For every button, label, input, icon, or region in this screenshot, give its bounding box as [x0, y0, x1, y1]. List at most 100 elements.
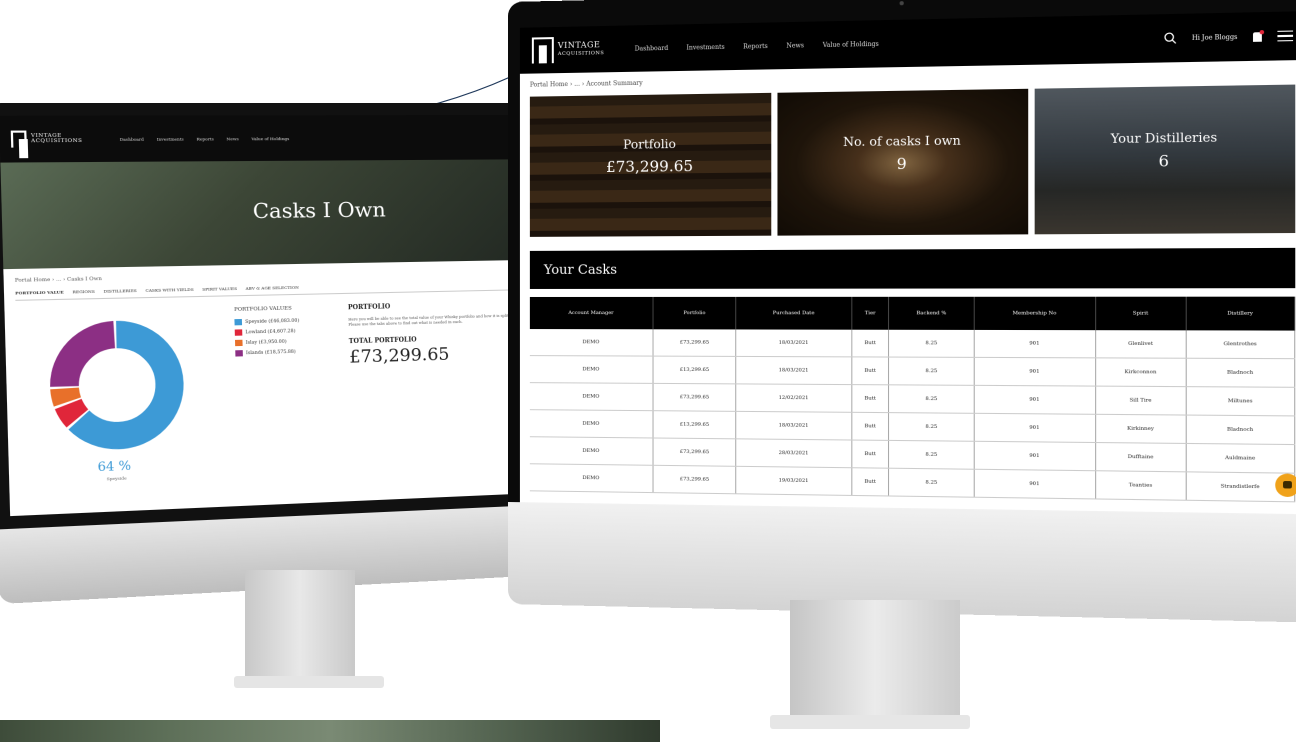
logo-line2: ACQUISITIONS	[31, 137, 83, 145]
table-cell: Butt	[851, 412, 890, 441]
summary-cards: Portfolio £73,299.65 No. of casks I own …	[520, 84, 1296, 237]
back-monitor-foot	[234, 676, 384, 688]
logo-line2: ACQUISITIONS	[557, 50, 605, 58]
table-cell: Miltunes	[1185, 386, 1295, 416]
table-cell: Kirkconnon	[1095, 357, 1186, 387]
camera-dot	[899, 1, 904, 6]
casks-table: Account Manager Portfolio Purchased Date…	[529, 296, 1295, 503]
notification-dot	[1259, 29, 1265, 34]
front-monitor-stand	[790, 600, 960, 720]
table-cell: Butt	[851, 329, 890, 358]
table-cell: 18/03/2021	[736, 329, 852, 357]
back-logo[interactable]: VINTAGE ACQUISITIONS	[10, 130, 83, 148]
col-purchased-date[interactable]: Purchased Date	[736, 296, 852, 330]
table-cell: Teanties	[1095, 470, 1186, 501]
legend-label: Islands (£18,575.88)	[245, 349, 296, 356]
card-title: No. of casks I own	[843, 133, 961, 150]
chat-bubble-icon[interactable]	[1275, 473, 1296, 498]
nav-news[interactable]: News	[786, 42, 804, 49]
tab-distilleries[interactable]: DISTILLERIES	[104, 288, 137, 294]
nav-right: Hi Joe Bloggs	[1163, 27, 1294, 47]
back-hero-title: Casks I Own	[252, 196, 386, 224]
table-cell: Glentrothes	[1185, 330, 1295, 359]
table-cell: 28/03/2021	[736, 438, 852, 468]
col-backend[interactable]: Backend %	[889, 296, 974, 330]
table-cell: £73,299.65	[653, 465, 737, 494]
col-account-manager[interactable]: Account Manager	[529, 296, 654, 330]
front-logo[interactable]: VINTAGE ACQUISITIONS	[531, 36, 605, 64]
card-portfolio[interactable]: Portfolio £73,299.65	[529, 92, 772, 237]
tab-portfolio-value[interactable]: PORTFOLIO VALUE	[15, 289, 64, 295]
table-cell: Glenlivet	[1095, 330, 1186, 359]
legend-item: Speyside (£46,083.00)	[234, 318, 299, 326]
table-cell: Butt	[851, 356, 890, 385]
front-monitor-foot	[770, 715, 970, 729]
tab-spirit-values[interactable]: SPIRIT VALUES	[202, 286, 237, 292]
nav-dashboard[interactable]: Dashboard	[635, 44, 669, 52]
table-cell: 901	[973, 385, 1096, 415]
table-cell: 19/03/2021	[736, 466, 852, 496]
table-cell: 901	[973, 441, 1096, 471]
bell-icon[interactable]	[1252, 29, 1265, 42]
table-cell: DEMO	[529, 436, 654, 466]
legend-label: Islay (£3,950.00)	[245, 339, 287, 346]
card-value: 6	[1158, 151, 1169, 171]
tab-casks-with-yields[interactable]: CASKS WITH YIELDS	[145, 287, 193, 293]
table-cell: DEMO	[529, 355, 654, 384]
col-portfolio[interactable]: Portfolio	[653, 296, 737, 330]
nav-investments[interactable]: Investments	[157, 136, 184, 141]
col-distillery[interactable]: Distillery	[1185, 296, 1295, 331]
table-cell: 8.25	[889, 440, 974, 470]
table-row[interactable]: DEMO £73,299.65 18/03/2021 Butt 8.25 901 Glenl…	[529, 329, 1295, 359]
table-cell: 8.25	[889, 412, 974, 442]
nav-value-of-holdings[interactable]: Value of Holdings	[251, 135, 289, 140]
nav-value-of-holdings[interactable]: Value of Holdings	[823, 40, 879, 48]
hamburger-menu-icon[interactable]	[1277, 27, 1294, 45]
nav-reports[interactable]: Reports	[743, 42, 768, 50]
table-cell: DEMO	[529, 463, 654, 493]
table-cell: Bladnoch	[1185, 415, 1295, 445]
legend-title: PORTFOLIO VALUES	[234, 305, 292, 313]
table-cell: Bladnoch	[1185, 358, 1295, 388]
search-icon[interactable]	[1163, 32, 1176, 45]
back-hero-banner: Casks I Own	[0, 159, 569, 270]
card-distilleries[interactable]: Your Distilleries 6	[1034, 84, 1296, 235]
table-cell: £73,299.65	[653, 329, 737, 357]
table-cell: 8.25	[889, 329, 974, 358]
col-spirit[interactable]: Spirit	[1095, 296, 1186, 331]
donut-caption: Speyside	[106, 475, 127, 482]
table-cell: DEMO	[529, 329, 654, 357]
legend-swatch	[234, 318, 243, 326]
table-cell: Auldmaine	[1185, 443, 1295, 474]
front-top-nav: VINTAGE ACQUISITIONS Dashboard Investmen…	[519, 11, 1296, 74]
table-cell: Sill Tire	[1095, 386, 1186, 416]
legend-swatch	[234, 339, 243, 347]
portfolio-legend: PORTFOLIO VALUES Speyside (£46,083.00) L…	[234, 305, 300, 360]
table-cell: Butt	[851, 440, 890, 469]
table-cell: 901	[973, 413, 1096, 443]
front-monitor: VINTAGE ACQUISITIONS Dashboard Investmen…	[508, 0, 1296, 623]
portfolio-donut-chart	[38, 310, 195, 462]
back-nav-links: Dashboard Investments Reports News Value…	[120, 135, 290, 141]
tab-abv-age-selection[interactable]: ABV & AGE SELECTION	[246, 285, 299, 291]
card-value: 9	[896, 154, 907, 174]
nav-news[interactable]: News	[226, 136, 238, 141]
front-nav-links: Dashboard Investments Reports News Value…	[635, 40, 879, 52]
card-casks-owned[interactable]: No. of casks I own 9	[777, 88, 1029, 236]
back-monitor-bezel: VINTAGE ACQUISITIONS Dashboard Investmen…	[0, 102, 587, 530]
table-cell: 8.25	[889, 384, 974, 414]
table-header-row: Account Manager Portfolio Purchased Date…	[529, 296, 1295, 331]
user-label[interactable]: Hi Joe Bloggs	[1192, 33, 1238, 41]
tab-regions[interactable]: REGIONS	[73, 289, 95, 295]
table-cell: £73,299.65	[653, 437, 737, 467]
nav-reports[interactable]: Reports	[197, 136, 214, 141]
nav-investments[interactable]: Investments	[687, 43, 725, 51]
nav-dashboard[interactable]: Dashboard	[120, 136, 144, 141]
card-title: Portfolio	[623, 136, 676, 152]
table-cell: 901	[973, 469, 1096, 499]
legend-label: Speyside (£46,083.00)	[245, 318, 300, 325]
col-tier[interactable]: Tier	[851, 296, 890, 330]
table-cell: 901	[973, 329, 1096, 358]
col-membership-no[interactable]: Membership No	[973, 296, 1096, 331]
logo-icon	[10, 130, 27, 148]
